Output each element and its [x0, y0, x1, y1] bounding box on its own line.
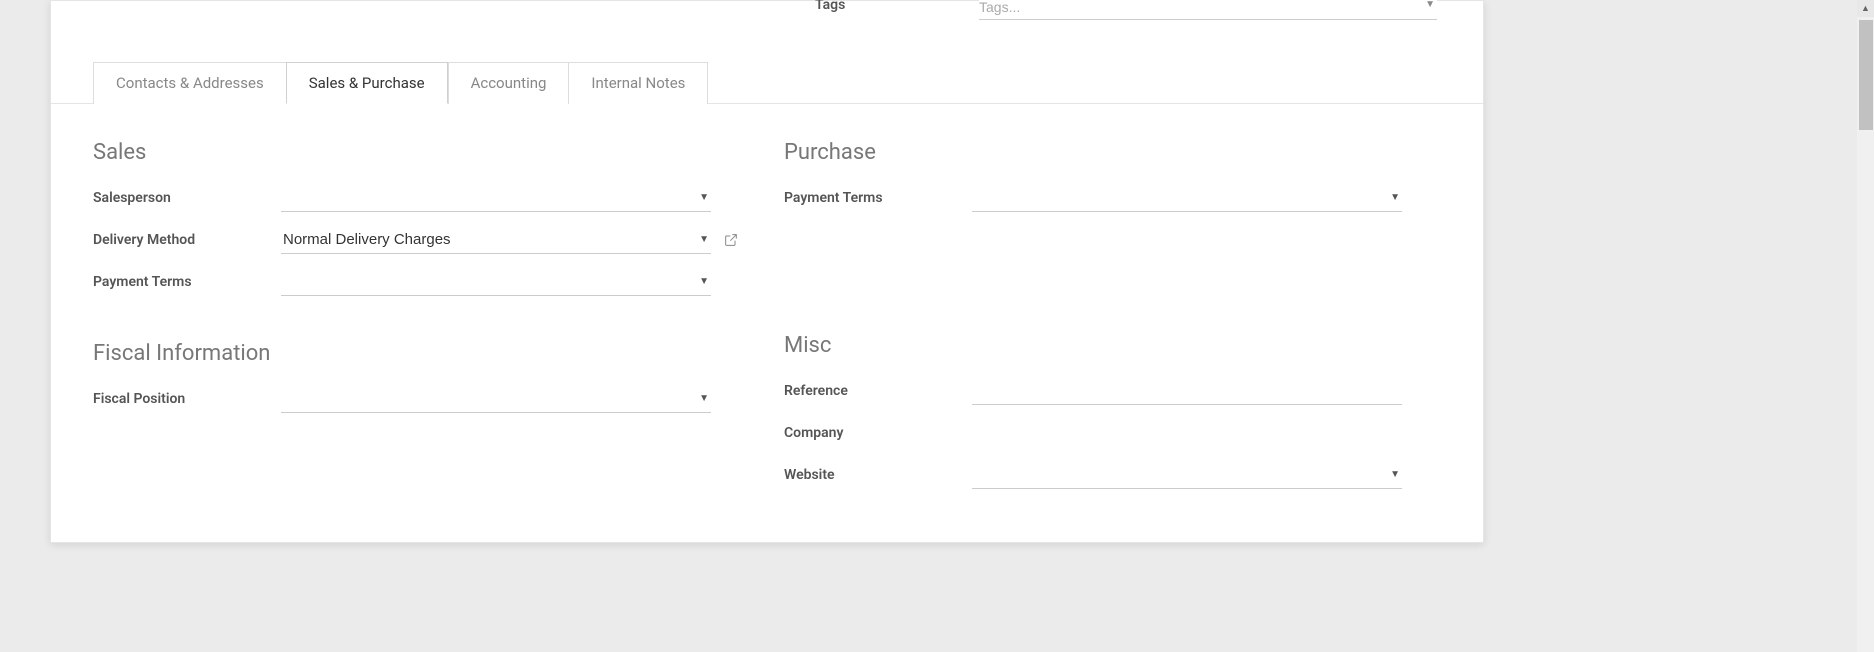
- tab-internal-notes[interactable]: Internal Notes: [568, 62, 708, 104]
- salesperson-label: Salesperson: [93, 190, 281, 206]
- tags-input[interactable]: [979, 0, 1437, 20]
- salesperson-row: Salesperson ▼: [93, 183, 744, 213]
- salesperson-input[interactable]: [281, 184, 711, 212]
- viewport: Tags ▼ Contacts & Addresses Sales & Purc…: [0, 0, 1874, 652]
- form-sheet: Tags ▼ Contacts & Addresses Sales & Purc…: [50, 0, 1484, 543]
- tab-content: Sales Salesperson ▼ Delivery Method ▼: [51, 104, 1483, 542]
- website-field[interactable]: ▼: [972, 461, 1402, 489]
- company-label: Company: [784, 425, 972, 441]
- sales-payment-terms-label: Payment Terms: [93, 274, 281, 290]
- tab-sales-purchase[interactable]: Sales & Purchase: [286, 62, 448, 104]
- sales-payment-terms-field[interactable]: ▼: [281, 268, 711, 296]
- salesperson-field[interactable]: ▼: [281, 184, 711, 212]
- delivery-method-input[interactable]: [281, 226, 711, 254]
- scrollbar-track[interactable]: ▲: [1857, 0, 1874, 652]
- misc-section-title: Misc: [784, 333, 1435, 358]
- fiscal-position-label: Fiscal Position: [93, 391, 281, 407]
- left-column: Sales Salesperson ▼ Delivery Method ▼: [93, 140, 744, 502]
- scrollbar-thumb[interactable]: [1859, 20, 1873, 130]
- tags-label: Tags: [815, 0, 845, 13]
- website-label: Website: [784, 467, 972, 483]
- top-region: Tags ▼: [51, 1, 1483, 23]
- fiscal-position-field[interactable]: ▼: [281, 385, 711, 413]
- reference-field[interactable]: [972, 377, 1402, 405]
- website-row: Website ▼: [784, 460, 1435, 490]
- fiscal-section-title: Fiscal Information: [93, 341, 744, 366]
- sales-section-title: Sales: [93, 140, 744, 165]
- tab-bar: Contacts & Addresses Sales & Purchase Ac…: [51, 61, 1483, 104]
- website-input[interactable]: [972, 461, 1402, 489]
- purchase-payment-terms-input[interactable]: [972, 184, 1402, 212]
- tab-accounting[interactable]: Accounting: [448, 62, 570, 104]
- delivery-method-label: Delivery Method: [93, 232, 281, 248]
- fiscal-position-row: Fiscal Position ▼: [93, 384, 744, 414]
- reference-input[interactable]: [972, 377, 1402, 405]
- purchase-payment-terms-label: Payment Terms: [784, 190, 972, 206]
- scroll-arrow-up-icon[interactable]: ▲: [1857, 0, 1874, 17]
- sales-payment-terms-row: Payment Terms ▼: [93, 267, 744, 297]
- reference-row: Reference: [784, 376, 1435, 406]
- reference-label: Reference: [784, 383, 972, 399]
- delivery-method-row: Delivery Method ▼: [93, 225, 744, 255]
- fiscal-position-input[interactable]: [281, 385, 711, 413]
- company-row: Company: [784, 418, 1435, 448]
- tags-field[interactable]: ▼: [979, 0, 1437, 20]
- tab-contacts-addresses[interactable]: Contacts & Addresses: [93, 62, 287, 104]
- purchase-section-title: Purchase: [784, 140, 1435, 165]
- purchase-payment-terms-field[interactable]: ▼: [972, 184, 1402, 212]
- right-column: Purchase Payment Terms ▼ Misc Reference: [784, 140, 1435, 502]
- external-link-icon[interactable]: [723, 232, 739, 248]
- delivery-method-field[interactable]: ▼: [281, 226, 711, 254]
- purchase-payment-terms-row: Payment Terms ▼: [784, 183, 1435, 213]
- sales-payment-terms-input[interactable]: [281, 268, 711, 296]
